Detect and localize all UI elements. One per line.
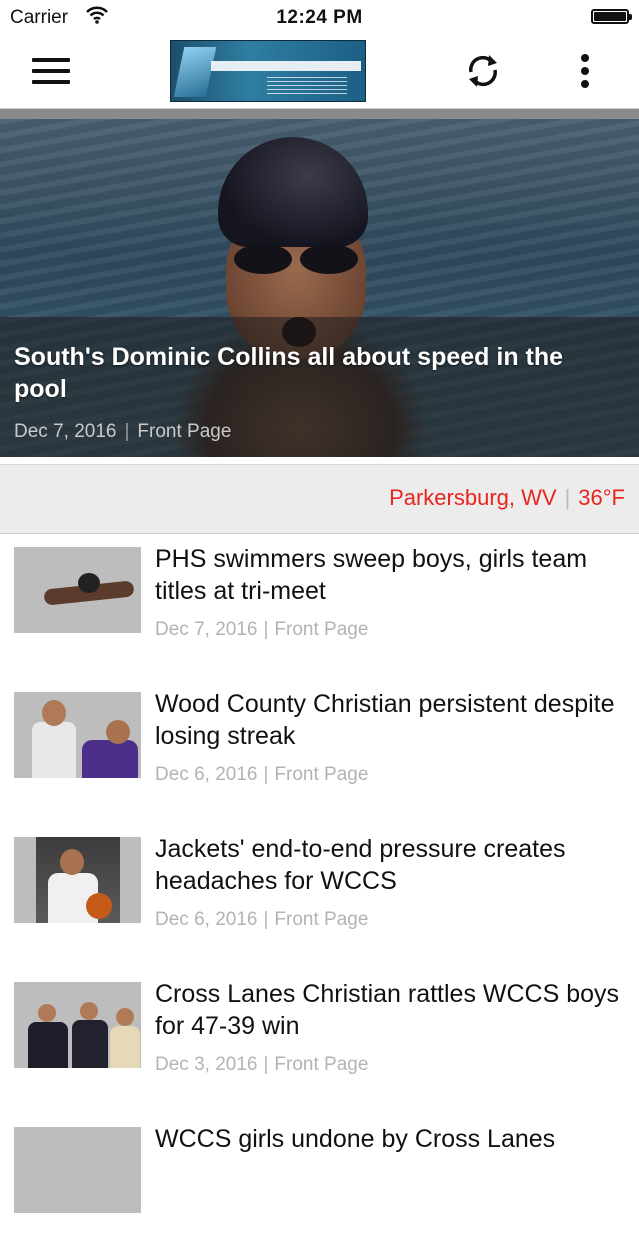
article-thumbnail: [14, 692, 141, 778]
list-item[interactable]: Wood County Christian persistent despite…: [0, 680, 639, 825]
article-category: Front Page: [274, 764, 369, 785]
location-weather-bar: Parkersburg, WV | 36°F: [0, 464, 639, 534]
article-thumbnail: [14, 1127, 141, 1213]
weather-temperature[interactable]: 36°F: [578, 485, 625, 510]
article-category: Front Page: [274, 909, 369, 930]
refresh-icon: [469, 55, 497, 87]
list-item[interactable]: Cross Lanes Christian rattles WCCS boys …: [0, 970, 639, 1115]
article-date: Dec 6, 2016: [155, 764, 258, 785]
list-item[interactable]: PHS swimmers sweep boys, girls team titl…: [0, 535, 639, 680]
article-meta: Dec 3, 2016 | Front Page: [155, 1054, 369, 1075]
article-meta: Dec 7, 2016 | Front Page: [155, 619, 369, 640]
article-date: Dec 6, 2016: [155, 909, 258, 930]
article-category: Front Page: [274, 619, 369, 640]
hero-category: Front Page: [137, 421, 232, 442]
article-title: Jackets' end-to-end pressure creates hea…: [155, 835, 566, 895]
location-city[interactable]: Parkersburg, WV: [389, 485, 557, 510]
list-item[interactable]: WCCS girls undone by Cross Lanes: [0, 1115, 639, 1260]
article-title: WCCS girls undone by Cross Lanes: [155, 1125, 556, 1153]
clock: 12:24 PM: [276, 7, 363, 28]
article-date: Dec 7, 2016: [155, 619, 258, 640]
article-thumbnail: [14, 982, 141, 1068]
hero-date: Dec 7, 2016: [14, 421, 117, 442]
article-date: Dec 3, 2016: [155, 1054, 258, 1075]
hamburger-menu-icon: [32, 58, 70, 62]
article-title: Cross Lanes Christian rattles WCCS boys …: [155, 980, 620, 1040]
top-nav-bar: [0, 36, 639, 109]
list-item[interactable]: Jackets' end-to-end pressure creates hea…: [0, 825, 639, 970]
article-category: Front Page: [274, 1054, 369, 1075]
more-options-button[interactable]: [570, 50, 600, 92]
article-meta: Dec 6, 2016 | Front Page: [155, 909, 369, 930]
refresh-button[interactable]: [462, 50, 504, 92]
hero-article[interactable]: South's Dominic Collins all about speed …: [0, 109, 639, 457]
hero-meta: Dec 7, 2016 | Front Page: [14, 421, 232, 442]
article-title: PHS swimmers sweep boys, girls team titl…: [155, 545, 588, 605]
hero-title: South's Dominic Collins all about speed …: [14, 343, 564, 403]
newspaper-logo[interactable]: [170, 40, 366, 102]
article-thumbnail: [14, 547, 141, 633]
vertical-ellipsis-icon: [581, 54, 589, 62]
menu-button[interactable]: [30, 54, 74, 88]
battery-icon: [591, 9, 632, 24]
status-bar: Carrier 12:24 PM: [0, 0, 639, 36]
article-thumbnail: [14, 837, 141, 923]
article-title: Wood County Christian persistent despite…: [155, 690, 615, 750]
article-meta: Dec 6, 2016 | Front Page: [155, 764, 369, 785]
